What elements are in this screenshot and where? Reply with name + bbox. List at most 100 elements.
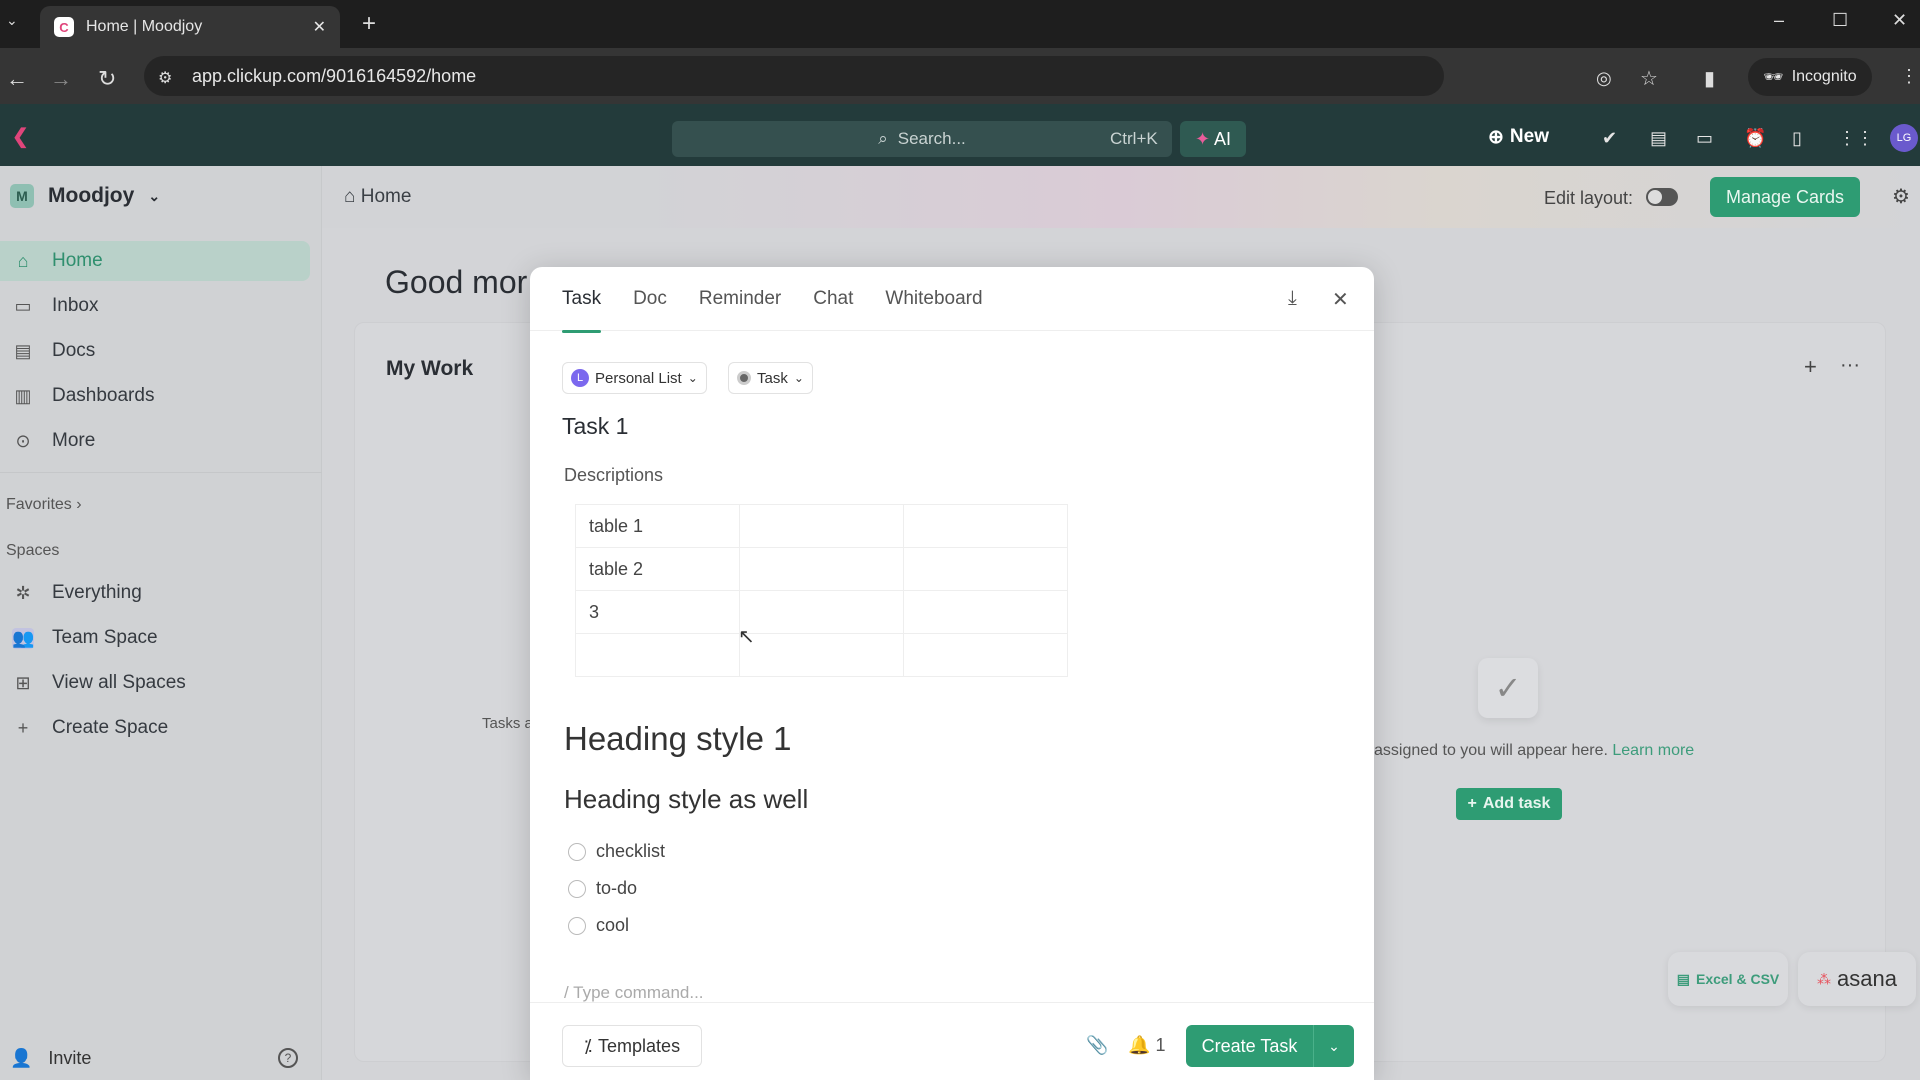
paperclip-icon[interactable]: 📎 (1086, 1035, 1108, 1056)
tab-search-icon[interactable]: ⌄ (6, 12, 18, 29)
table-cell[interactable] (903, 633, 1068, 677)
table-cell[interactable] (739, 547, 904, 591)
checkbox[interactable] (568, 842, 586, 861)
close-icon[interactable]: ✕ (1332, 287, 1349, 312)
search-placeholder: Search... (897, 129, 966, 148)
command-input[interactable]: / Type command... (564, 983, 704, 1003)
checkbox[interactable] (568, 916, 586, 935)
create-task-button[interactable]: Create Task ⌄ (1186, 1025, 1354, 1067)
chevron-down-icon: ⌄ (687, 371, 698, 385)
doc-icon[interactable]: ▯ (1792, 128, 1802, 149)
checklist-item: to-do (568, 878, 637, 899)
minimize-modal-icon[interactable]: ⤓ (1288, 287, 1297, 310)
back-icon[interactable]: ← (6, 66, 28, 92)
video-icon[interactable]: ▭ (1696, 128, 1713, 149)
tab-task[interactable]: Task (562, 267, 602, 333)
learn-more-link[interactable]: Learn more (1612, 742, 1694, 759)
new-button[interactable]: ⊕ New (1488, 126, 1549, 149)
breadcrumb[interactable]: ⌂ Home (344, 186, 411, 208)
sidebar-item-everything[interactable]: ✲ Everything (0, 573, 310, 613)
sidebar-item-label: More (52, 430, 96, 451)
maximize-icon[interactable]: ☐ (1832, 10, 1848, 31)
sidebar-item-view-all-spaces[interactable]: ⊞ View all Spaces (0, 663, 310, 703)
favorites-header[interactable]: Favorites › (6, 496, 82, 514)
site-settings-icon[interactable]: ⚙ (158, 68, 172, 88)
check-circle-icon[interactable]: ✔ (1602, 128, 1617, 149)
workspace-switcher[interactable]: M Moodjoy ⌄ (10, 184, 160, 208)
sidebar-item-docs[interactable]: ▤ Docs (0, 331, 310, 371)
ai-button[interactable]: ✦ AI (1180, 121, 1246, 157)
sidebar-item-label: Docs (52, 340, 96, 361)
sidebar-item-more[interactable]: ⊙ More (0, 421, 310, 461)
close-window-icon[interactable]: ✕ (1892, 10, 1907, 31)
forward-icon[interactable]: → (50, 66, 72, 92)
search-bar[interactable]: ⌕ Search... (672, 121, 1172, 157)
tab-title: Home | Moodjoy (86, 18, 203, 35)
ai-sparkle-icon: ✦ (1194, 128, 1211, 149)
browser-tab[interactable]: C Home | Moodjoy ✕ (40, 6, 340, 48)
tab-chat[interactable]: Chat (813, 267, 853, 331)
chevron-down-icon[interactable]: ⌄ (1314, 1038, 1354, 1055)
task-type-selector[interactable]: Task ⌄ (728, 362, 813, 394)
tab-reminder[interactable]: Reminder (699, 267, 781, 331)
checkbox[interactable] (568, 879, 586, 898)
sidebar-item-label: Create Space (52, 717, 169, 738)
table-cell[interactable] (739, 504, 904, 548)
greeting-heading: Good mor (385, 264, 528, 300)
star-icon[interactable]: ☆ (1640, 66, 1658, 91)
gear-icon[interactable]: ⚙ (1892, 184, 1910, 209)
description-label: Descriptions (564, 465, 664, 485)
eye-off-icon[interactable]: ◎ (1596, 68, 1612, 89)
import-asana-button[interactable]: ⁂ asana (1798, 952, 1916, 1006)
table-cell[interactable] (903, 590, 1068, 634)
sidebar-item-inbox[interactable]: ▭ Inbox (0, 286, 310, 326)
sidebar-item-create-space[interactable]: + Create Space (0, 708, 310, 748)
incognito-icon: 🕶 (1763, 69, 1784, 86)
tab-whiteboard[interactable]: Whiteboard (885, 267, 982, 331)
url-field[interactable]: app.clickup.com/9016164592/home (144, 56, 1444, 96)
table-cell[interactable]: table 2 (575, 547, 740, 591)
table-cell[interactable] (903, 547, 1068, 591)
reminder-bell-button[interactable]: 🔔 1 (1128, 1035, 1165, 1056)
incognito-badge[interactable]: 🕶 Incognito (1748, 58, 1872, 96)
search-shortcut: Ctrl+K (1110, 129, 1158, 148)
task-name-input[interactable]: Task 1 (562, 413, 628, 440)
close-tab-icon[interactable]: ✕ (313, 17, 326, 37)
list-selector[interactable]: L Personal List ⌄ (562, 362, 707, 394)
table-cell[interactable] (575, 633, 740, 677)
add-task-button[interactable]: + Add task (1456, 788, 1562, 820)
table-row (575, 633, 1068, 677)
more-options-icon[interactable]: ··· (1840, 354, 1860, 377)
sidebar-item-team-space[interactable]: 👥 Team Space (0, 618, 310, 658)
table-cell[interactable] (739, 590, 904, 634)
new-tab-icon[interactable]: + (362, 10, 376, 38)
alarm-icon[interactable]: ⏰ (1744, 128, 1766, 149)
tab-doc[interactable]: Doc (633, 267, 667, 331)
import-excel-button[interactable]: ▤ Excel & CSV (1668, 952, 1788, 1006)
avatar[interactable]: LG (1890, 124, 1918, 152)
side-panel-icon[interactable]: ▮ (1704, 66, 1715, 91)
table-cell[interactable]: 3 (575, 590, 740, 634)
table-cell[interactable] (903, 504, 1068, 548)
notepad-icon[interactable]: ▤ (1650, 128, 1667, 149)
templates-label: Templates (598, 1035, 681, 1056)
templates-button[interactable]: ⁒ Templates (562, 1025, 702, 1067)
edit-layout-toggle[interactable] (1646, 188, 1678, 206)
bell-icon: 🔔 (1128, 1035, 1151, 1055)
sidebar-item-label: Inbox (52, 295, 99, 316)
manage-cards-button[interactable]: Manage Cards (1710, 177, 1860, 217)
table-cell[interactable]: table 1 (575, 504, 740, 548)
sidebar-item-dashboards[interactable]: ▥ Dashboards (0, 376, 310, 416)
create-task-modal: Task Doc Reminder Chat Whiteboard ⤓ ✕ LP… (530, 267, 1374, 1080)
minimize-icon[interactable]: – (1774, 10, 1784, 31)
clickup-logo[interactable]: ❮ (12, 124, 29, 149)
apps-grid-icon[interactable]: ⋮⋮ (1838, 128, 1874, 149)
sidebar-item-home[interactable]: ⌂ Home (0, 241, 310, 281)
help-icon[interactable]: ? (278, 1048, 298, 1068)
invite-button[interactable]: 👤 Invite (10, 1048, 91, 1069)
add-card-icon[interactable]: + (1804, 354, 1817, 380)
reload-icon[interactable]: ↻ (98, 66, 116, 92)
table-cell[interactable] (739, 633, 904, 677)
browser-menu-icon[interactable]: ⋮ (1900, 66, 1918, 87)
asana-label: asana (1837, 966, 1897, 991)
